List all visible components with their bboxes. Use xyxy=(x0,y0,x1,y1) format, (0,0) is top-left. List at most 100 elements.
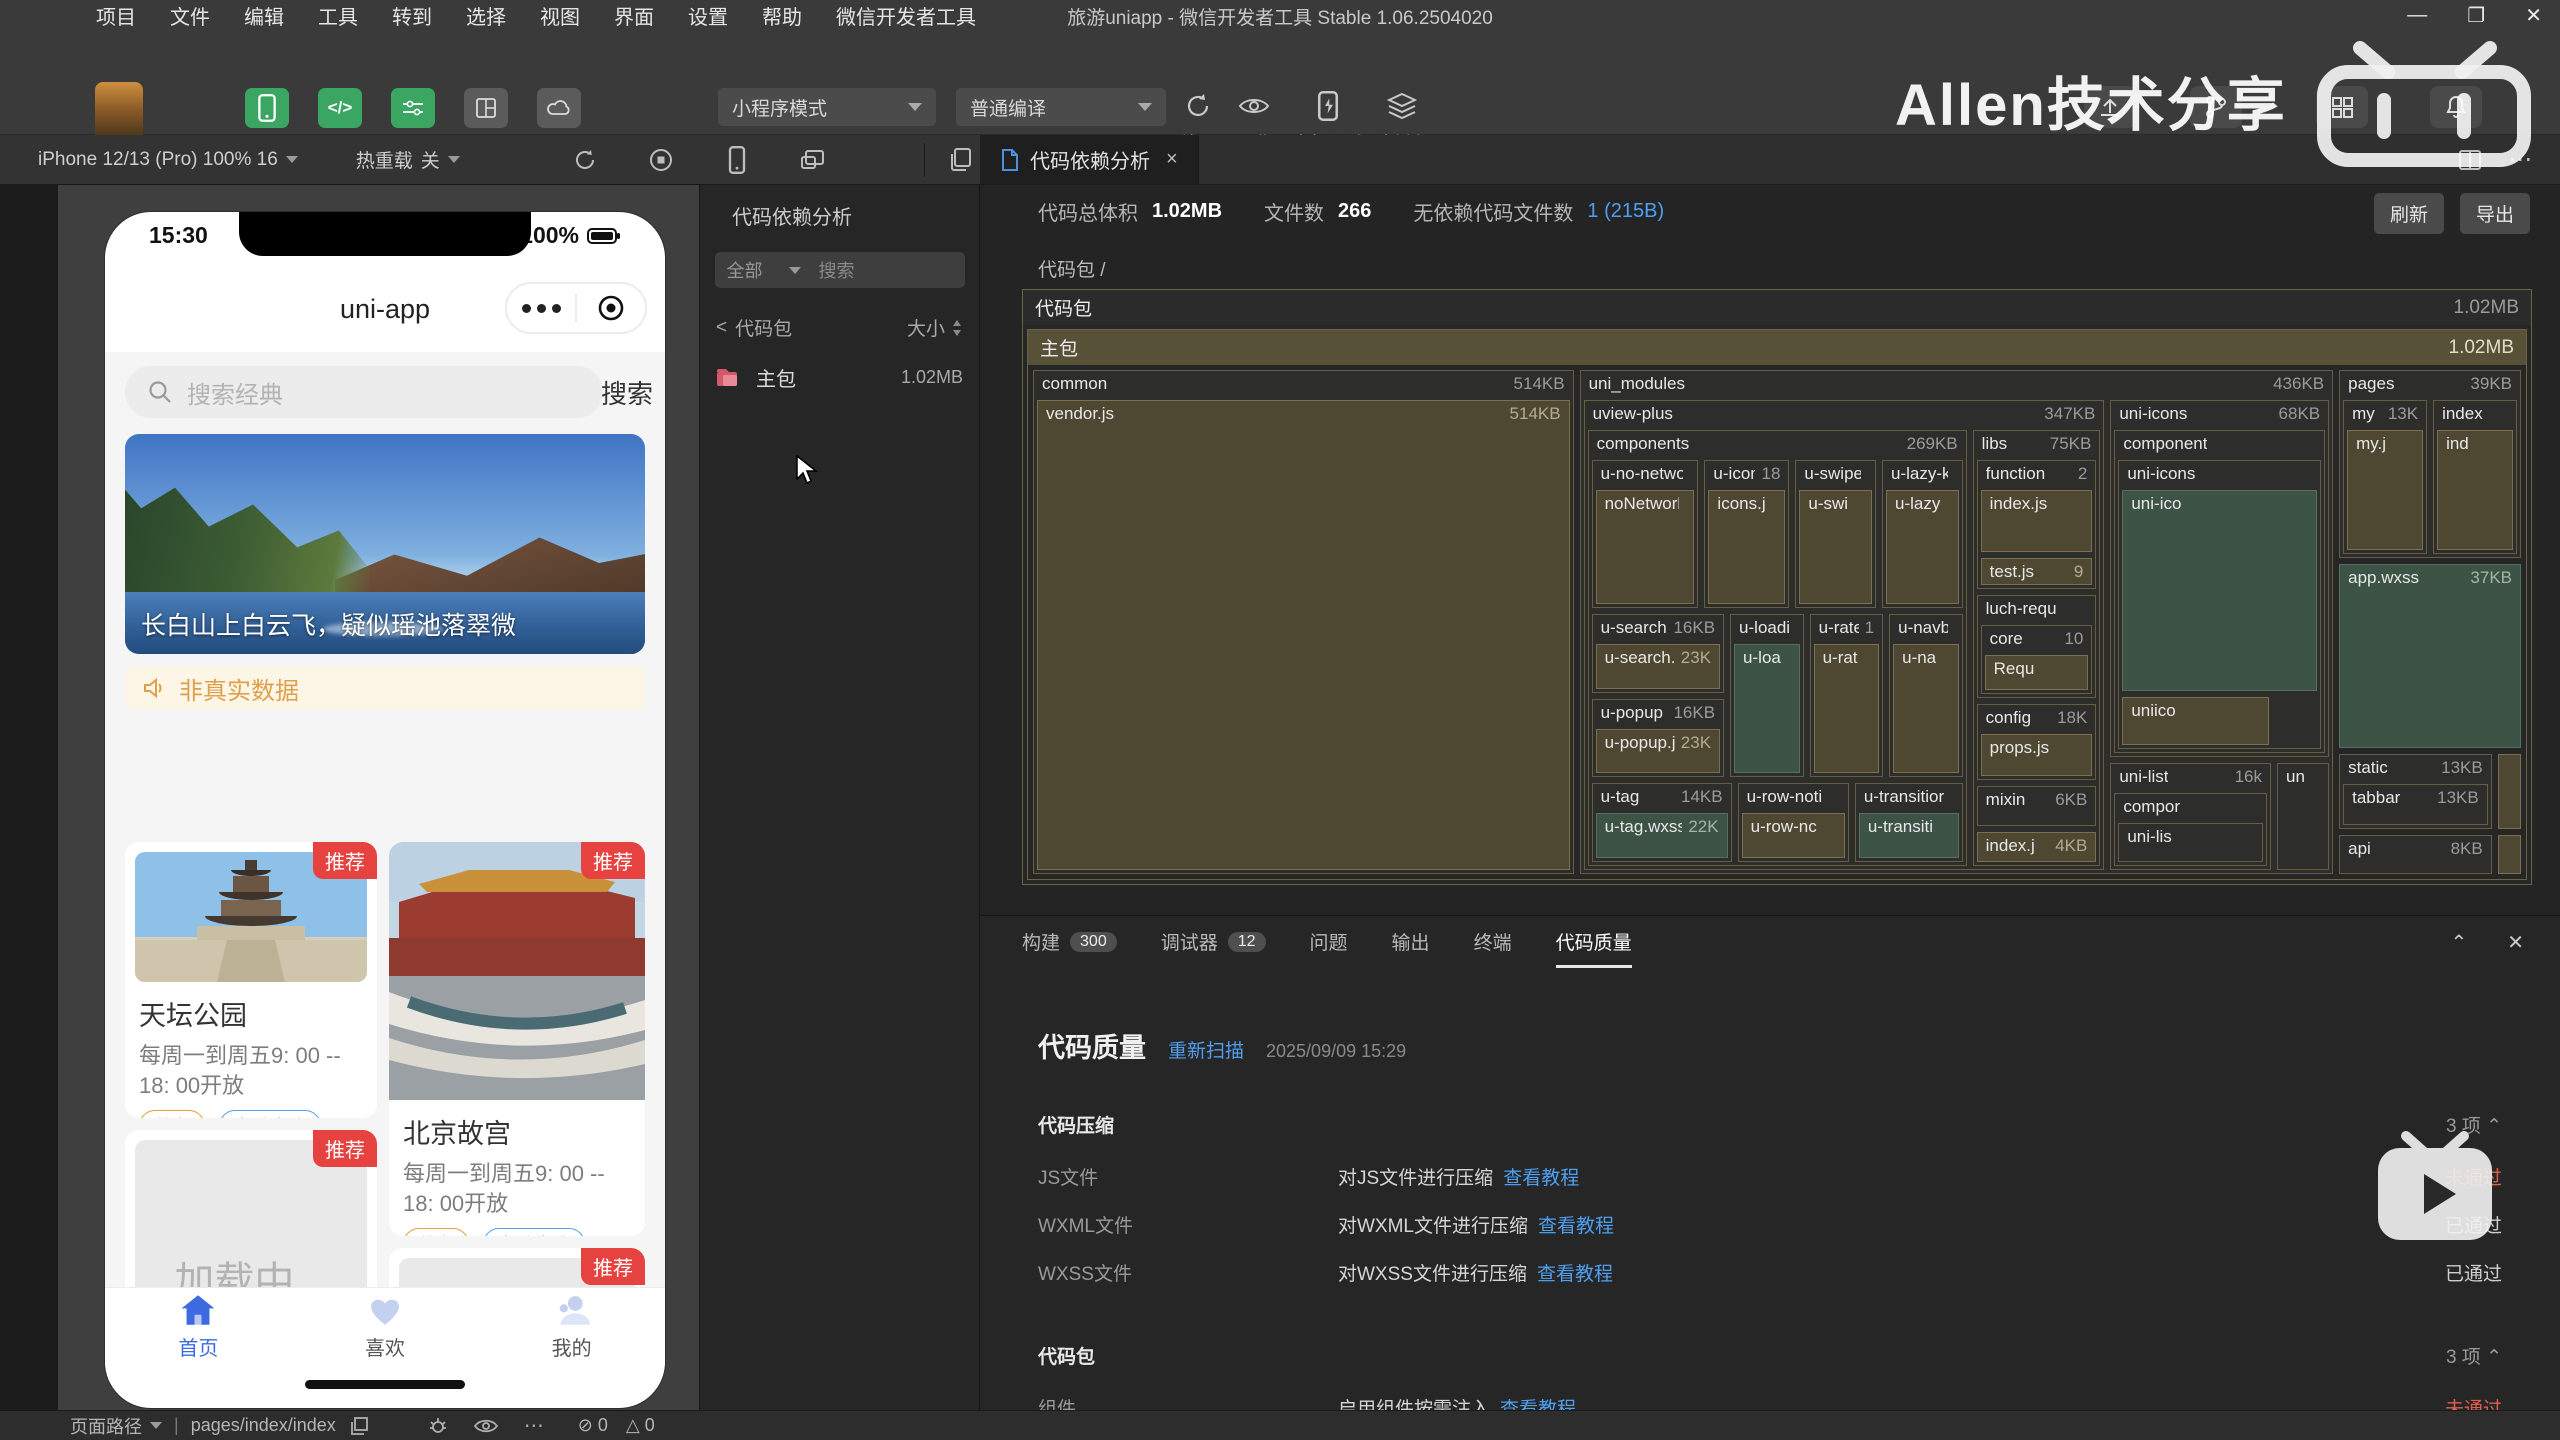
treemap-node-api[interactable]: api8KB xyxy=(2339,835,2492,874)
treemap-node-u-loa[interactable]: u-loa xyxy=(1734,644,1800,773)
treemap-root-bar[interactable]: 代码包 1.02MB xyxy=(1023,290,2531,325)
bottom-tab[interactable]: 问题 xyxy=(1310,928,1348,968)
dependency-search-input[interactable]: 搜索 xyxy=(819,257,855,283)
package-list-item[interactable]: 主包 1.02MB xyxy=(716,363,963,392)
tab-mine[interactable]: 我的 xyxy=(478,1288,665,1365)
treemap-node-function[interactable]: function2index.jstest.js9 xyxy=(1977,460,2097,589)
attraction-card[interactable]: 推荐 北京故宫 每周一到周五9: 00 -- 18: 00开放 著名 名胜古迹 xyxy=(389,842,645,1236)
breadcrumb[interactable]: 代码包 / xyxy=(1038,255,1106,282)
treemap-node-compor[interactable]: comporuni-lis xyxy=(2114,793,2267,866)
compile-button[interactable] xyxy=(1178,86,1218,126)
hot-reload-select[interactable]: 热重载 关 xyxy=(356,146,460,173)
close-panel-icon[interactable]: ✕ xyxy=(2507,930,2524,955)
treemap-node-i[interactable]: i xyxy=(2498,835,2521,874)
menu-item[interactable]: 工具 xyxy=(318,1,358,30)
clear-cache-button[interactable] xyxy=(1382,86,1422,126)
treemap-node-test.js[interactable]: test.js9 xyxy=(1981,558,2093,586)
treemap-node-ind[interactable]: ind xyxy=(2437,430,2513,550)
warning-count[interactable]: △ 0 xyxy=(626,1415,655,1436)
menu-item[interactable]: 转到 xyxy=(392,1,432,30)
simulator-toggle-button[interactable] xyxy=(245,88,289,128)
treemap-node-static[interactable]: static13KBtabbar13KB xyxy=(2339,754,2492,828)
details-button[interactable] xyxy=(2316,86,2368,128)
treemap-node-libs[interactable]: libs75KBfunction2index.jstest.js9luch-re… xyxy=(1973,430,2101,866)
treemap-node-u-row-noti[interactable]: u-row-notiu-row-nc xyxy=(1738,783,1849,862)
bottom-tab[interactable]: 终端 xyxy=(1474,928,1512,968)
collapse-panel-icon[interactable]: ⌃ xyxy=(2450,930,2467,955)
treemap-node-icons.j[interactable]: icons.j xyxy=(1708,490,1785,604)
tab-home[interactable]: 首页 xyxy=(105,1288,292,1365)
device-select[interactable]: iPhone 12/13 (Pro) 100% 16 xyxy=(38,149,298,171)
treemap-node-vendor.js[interactable]: vendor.js514KB xyxy=(1037,400,1570,870)
treemap-node-noNetworl[interactable]: noNetworl xyxy=(1596,490,1695,604)
tutorial-link[interactable]: 查看教程 xyxy=(1538,1216,1614,1237)
treemap-node-u-transitior[interactable]: u-transitioru-transiti xyxy=(1855,783,1963,862)
treemap-node-config[interactable]: config18Kprops.js xyxy=(1977,704,2097,780)
search-input[interactable]: 搜索经典 xyxy=(125,366,603,418)
treemap-node-index.js[interactable]: index.js xyxy=(1981,490,2093,552)
no-dependency-link[interactable]: 1 (215B) xyxy=(1587,200,1664,223)
menu-item[interactable]: 帮助 xyxy=(762,1,802,30)
treemap-node-component[interactable]: componentuni-iconsuni-icouniico xyxy=(2114,430,2325,753)
hero-banner[interactable]: 长白山上白云飞，疑似瑶池落翠微 xyxy=(125,434,645,654)
menu-item[interactable]: 微信开发者工具 xyxy=(836,1,976,30)
section-count[interactable]: 3 项 ⌃ xyxy=(2446,1342,2502,1369)
back-icon[interactable]: < xyxy=(716,317,727,339)
capsule-menu[interactable] xyxy=(505,282,647,334)
split-editor-icon[interactable] xyxy=(2458,149,2482,171)
treemap-node-u-lazy[interactable]: u-lazy xyxy=(1886,490,1959,604)
treemap-node-u-na[interactable]: u-na xyxy=(1893,644,1959,773)
sort-control[interactable]: 大小 xyxy=(907,314,963,341)
exit-target-icon[interactable] xyxy=(577,293,645,323)
treemap-node-uni-lis[interactable]: uni-lis xyxy=(2118,823,2263,862)
treemap-node-tabbar[interactable]: tabbar13KB xyxy=(2343,784,2488,824)
maximize-button[interactable]: ❐ xyxy=(2467,3,2485,28)
search-button[interactable]: 搜索 xyxy=(601,374,653,411)
pages-icon[interactable] xyxy=(945,145,975,175)
bottom-tab[interactable]: 调试器 12 xyxy=(1161,928,1266,968)
treemap-node-components[interactable]: components269KBu-no-networnoNetworlu-ico… xyxy=(1588,430,1967,866)
treemap-node-u-loadi[interactable]: u-loadiu-loa xyxy=(1730,614,1804,777)
menu-item[interactable]: 文件 xyxy=(170,1,210,30)
more-dots-icon[interactable] xyxy=(507,304,575,313)
treemap-node-u-rat[interactable]: u-rat xyxy=(1814,644,1880,773)
minimize-button[interactable]: — xyxy=(2407,4,2427,27)
bottom-tab[interactable]: 输出 xyxy=(1392,928,1430,968)
close-button[interactable]: ✕ xyxy=(2525,3,2542,28)
treemap-node-u-icon[interactable]: u-icon18icons.j xyxy=(1704,460,1789,608)
treemap-node-uni-icons[interactable]: uni-icons68KBcomponentuni-iconsuni-icoun… xyxy=(2110,400,2329,757)
treemap-node-u-transiti[interactable]: u-transiti xyxy=(1859,813,1959,858)
mode-select[interactable]: 小程序模式 xyxy=(718,88,936,126)
version-button[interactable] xyxy=(2190,86,2242,128)
treemap-node-u-tag.wxss[interactable]: u-tag.wxss22K xyxy=(1596,813,1728,858)
bottom-tab[interactable]: 代码质量 xyxy=(1556,928,1632,968)
treemap-node-index[interactable]: indexind xyxy=(2433,400,2517,554)
treemap-node-app.wxss[interactable]: app.wxss37KB xyxy=(2339,564,2521,749)
tab-close-icon[interactable]: × xyxy=(1166,148,1178,171)
phone-frame-icon[interactable] xyxy=(722,145,752,175)
treemap-node-u-lazy-k[interactable]: u-lazy-ku-lazy xyxy=(1882,460,1963,608)
message-button[interactable] xyxy=(2430,86,2482,128)
treemap-node-a[interactable]: a xyxy=(2498,754,2521,828)
treemap-node-u-popup.js[interactable]: u-popup.js23K xyxy=(1596,729,1720,773)
treemap-node-u-navb[interactable]: u-navbu-na xyxy=(1889,614,1963,777)
treemap-node-my.j[interactable]: my.j xyxy=(2347,430,2423,550)
remote-debug-button[interactable] xyxy=(1308,86,1348,126)
more-status-icon[interactable]: ⋯ xyxy=(524,1413,544,1438)
treemap-node-uniico[interactable]: uniico xyxy=(2122,697,2269,746)
treemap-node-core[interactable]: core10Requ xyxy=(1981,625,2093,694)
treemap-node-Requ[interactable]: Requ xyxy=(1985,655,2089,690)
treemap-main-package-bar[interactable]: 主包 1.02MB xyxy=(1028,330,2526,365)
menu-item[interactable]: 选择 xyxy=(466,1,506,30)
refresh-button[interactable]: 刷新 xyxy=(2374,193,2444,234)
custom-compile-icon[interactable] xyxy=(428,1416,448,1436)
treemap-node-u-search[interactable]: u-search16KBu-search.js23K xyxy=(1592,614,1724,692)
tutorial-link[interactable]: 查看教程 xyxy=(1537,1264,1613,1285)
section-count[interactable]: 3 项 ⌃ xyxy=(2446,1111,2502,1138)
error-count[interactable]: ⊘ 0 xyxy=(578,1415,608,1436)
treemap-node-u-swi[interactable]: u-swi xyxy=(1799,490,1872,604)
treemap-node-my[interactable]: my13Kmy.j xyxy=(2343,400,2427,554)
debugger-toggle-button[interactable] xyxy=(391,88,435,128)
treemap-node-u-row-nc[interactable]: u-row-nc xyxy=(1742,813,1845,858)
editor-toggle-button[interactable]: </> xyxy=(318,88,362,128)
